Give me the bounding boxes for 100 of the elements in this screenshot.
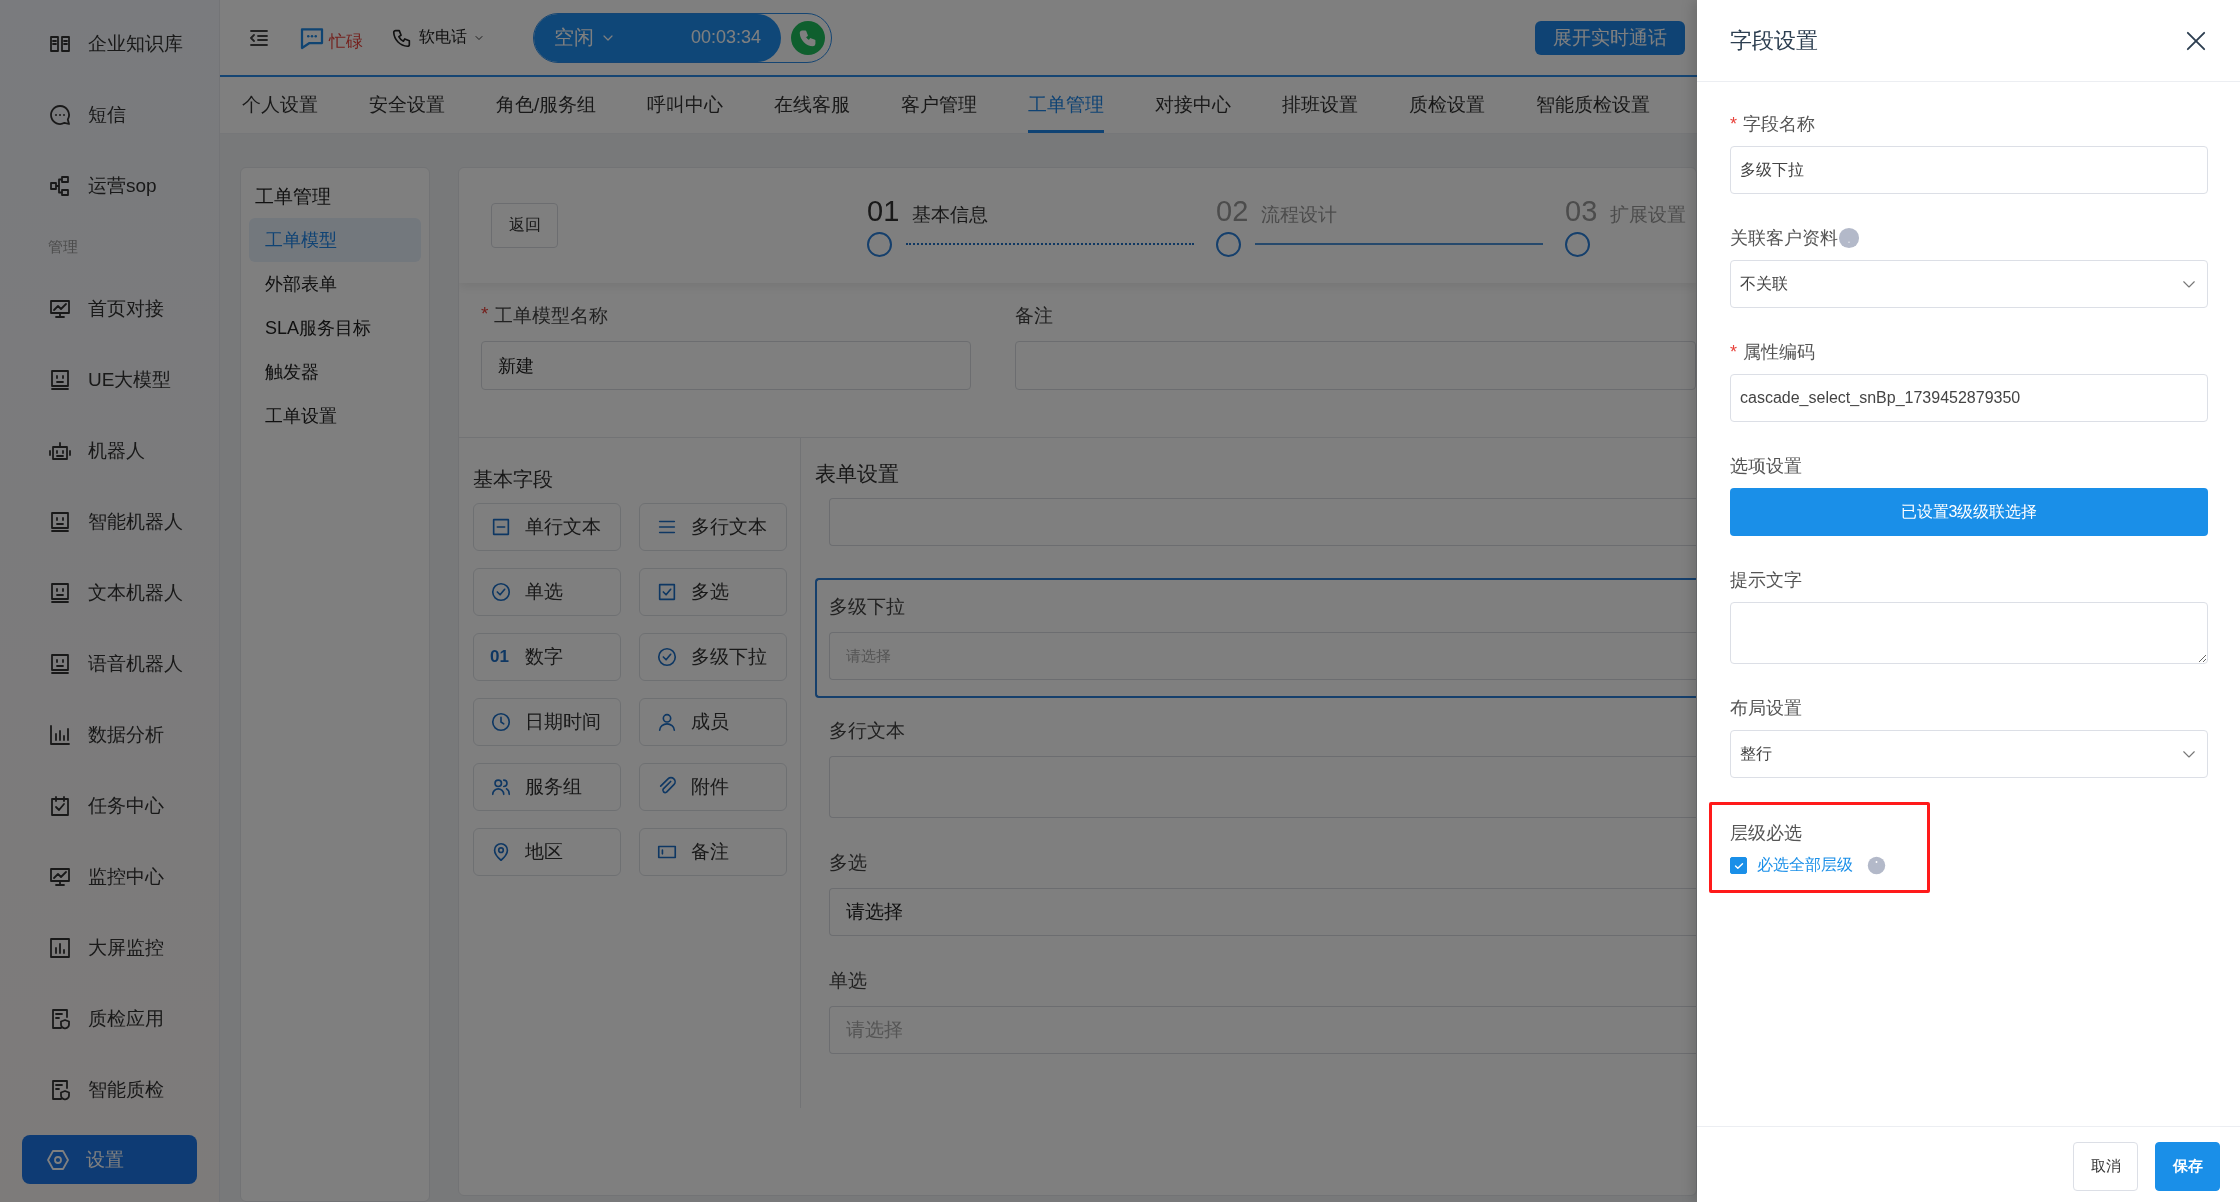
options-button[interactable]: 已设置3级级联选择 — [1730, 488, 2208, 536]
busy-status[interactable]: 忙碌 — [297, 22, 363, 53]
people-icon — [490, 776, 512, 798]
sidebar-item[interactable]: 智能质检 — [0, 1054, 219, 1125]
step-circle — [867, 231, 892, 257]
field-type-button[interactable]: 地区 — [473, 828, 621, 876]
sidebar-item[interactable]: 机器人 — [0, 415, 219, 486]
settings-icon — [46, 1147, 70, 1172]
step-circle — [1565, 231, 1590, 257]
select-field[interactable]: 整行 — [1730, 730, 2208, 778]
palette-title: 基本字段 — [473, 467, 554, 492]
field-type-button[interactable]: 服务组 — [473, 763, 621, 811]
sidebar-item[interactable]: 运营sop — [0, 150, 219, 221]
field-type-button[interactable]: 附件 — [639, 763, 787, 811]
field-type-button[interactable]: 成员 — [639, 698, 787, 746]
cancel-button[interactable]: 取消 — [2073, 1142, 2138, 1191]
field-label: 多选 — [829, 851, 867, 875]
required-mark: * — [481, 303, 489, 326]
text-area[interactable] — [1730, 602, 2208, 664]
step-number: 01 — [867, 194, 900, 228]
sidebar-item[interactable]: 大屏监控 — [0, 912, 219, 983]
input-field[interactable]: cascade_select_snBp_1739452879350 — [1730, 374, 2208, 422]
sidebar-item[interactable]: UE大模型 — [0, 344, 219, 415]
field-type-button[interactable]: 多行文本 — [639, 503, 787, 551]
field-type-button[interactable]: 单行文本 — [473, 503, 621, 551]
call-button[interactable] — [791, 20, 825, 55]
back-button[interactable]: 返回 — [491, 203, 558, 248]
form-field-row[interactable]: 多选 请选择 — [815, 850, 1696, 968]
screen-face-icon — [48, 580, 72, 605]
field-label: 布局设置 — [1730, 697, 1803, 720]
tab[interactable]: 质检设置 — [1409, 77, 1486, 133]
field-label: 关联客户资料 — [1730, 226, 2208, 250]
field-label: * 字段名称 — [1730, 112, 1816, 136]
submenu-item[interactable]: 工单模型 — [249, 218, 421, 262]
form-title: 表单设置 — [815, 461, 899, 487]
input-field[interactable] — [1015, 341, 1696, 390]
screen-face-icon — [48, 509, 72, 534]
submenu-item[interactable]: 外部表单 — [249, 262, 421, 306]
sidebar-item[interactable]: 首页对接 — [0, 273, 219, 344]
input-field[interactable] — [829, 498, 1696, 546]
save-button[interactable]: 保存 — [2155, 1142, 2220, 1191]
select-field[interactable]: 不关联 — [1730, 260, 2208, 308]
submenu-item[interactable]: 触发器 — [249, 350, 421, 394]
tab[interactable]: 智能质检设置 — [1536, 77, 1651, 133]
field-label: * 属性编码 — [1730, 340, 1816, 364]
submenu-item[interactable]: 工单设置 — [249, 394, 421, 438]
field-type-button[interactable]: 01 数字 — [473, 633, 621, 681]
required-mark: * — [1730, 113, 1737, 135]
sidebar-item[interactable]: 语音机器人 — [0, 628, 219, 699]
bar-chart-icon — [48, 722, 72, 747]
field-label: 多行文本 — [829, 719, 905, 743]
field-label: 提示文字 — [1730, 569, 1803, 592]
status-dropdown[interactable]: 空闲 — [554, 24, 616, 51]
framed-bar-chart-icon — [48, 935, 72, 960]
tab[interactable]: 安全设置 — [369, 77, 445, 133]
drawer-title: 字段设置 — [1730, 26, 1818, 55]
tab[interactable]: 呼叫中心 — [647, 77, 724, 133]
sidebar-item[interactable]: 短信 — [0, 79, 219, 150]
tab[interactable]: 客户管理 — [901, 77, 978, 133]
clock-icon — [490, 711, 512, 733]
checkbox-label[interactable]: 必选全部层级 — [1757, 855, 1853, 876]
message-icon — [48, 102, 72, 127]
tab[interactable]: 角色/服务组 — [496, 77, 597, 133]
sidebar-item[interactable]: 质检应用 — [0, 983, 219, 1054]
field-label: 选项设置 — [1730, 455, 1803, 478]
input-field[interactable]: 新建 — [481, 341, 971, 390]
expand-call-button[interactable]: 展开实时通话 — [1535, 20, 1685, 55]
field-type-button[interactable]: 日期时间 — [473, 698, 621, 746]
sidebar-item[interactable]: 设置 — [22, 1135, 197, 1184]
select-field[interactable]: 请选择 — [829, 888, 1696, 936]
sidebar-item[interactable]: 监控中心 — [0, 841, 219, 912]
sidebar-item[interactable]: 任务中心 — [0, 770, 219, 841]
submenu-title: 工单管理 — [254, 185, 332, 209]
single-line-text-icon — [490, 516, 512, 538]
text-area[interactable] — [829, 756, 1696, 818]
tab[interactable]: 个人设置 — [242, 77, 318, 133]
tab[interactable]: 工单管理 — [1028, 77, 1105, 133]
tab[interactable]: 排班设置 — [1282, 77, 1359, 133]
required-mark: * — [1730, 341, 1737, 363]
step-label: 基本信息 — [912, 202, 989, 227]
sidebar-item[interactable]: 企业知识库 — [0, 8, 219, 79]
field-type-button[interactable]: 多级下拉 — [639, 633, 787, 681]
field-type-button[interactable]: 单选 — [473, 568, 621, 616]
screen-face-icon — [48, 367, 72, 392]
call-timer: 00:03:34 — [690, 27, 761, 48]
tab[interactable]: 在线客服 — [774, 77, 851, 133]
tab[interactable]: 对接中心 — [1155, 77, 1232, 133]
sidebar-item[interactable]: 智能机器人 — [0, 486, 219, 557]
field-label: 层级必选 — [1730, 822, 1803, 845]
input-field[interactable]: 多级下拉 — [1730, 146, 2208, 194]
field-type-button[interactable]: 备注 — [639, 828, 787, 876]
softphone-dropdown[interactable]: 软电话 — [391, 26, 485, 49]
circle-check-icon — [656, 646, 678, 668]
field-type-button[interactable]: 多选 — [639, 568, 787, 616]
form-field-row[interactable]: 多行文本 — [815, 718, 1696, 850]
checkbox[interactable] — [1730, 857, 1747, 874]
sidebar-item[interactable]: 文本机器人 — [0, 557, 219, 628]
sidebar-item[interactable]: 数据分析 — [0, 699, 219, 770]
checkbox-icon — [656, 581, 678, 603]
submenu-item[interactable]: SLA服务目标 — [249, 306, 421, 350]
